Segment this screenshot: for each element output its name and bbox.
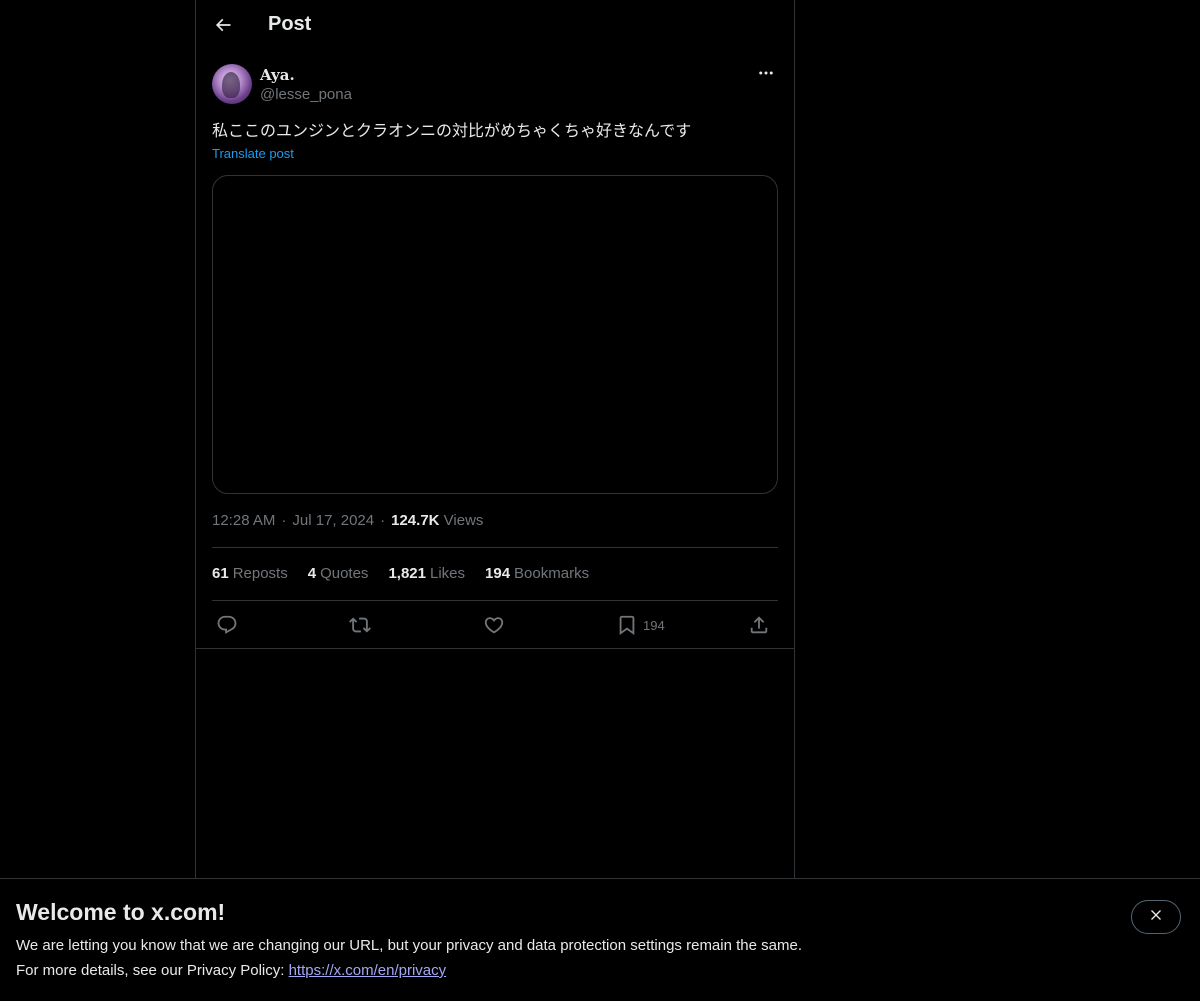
- views-count: 124.7K: [391, 512, 440, 529]
- privacy-policy-link[interactable]: https://x.com/en/privacy: [289, 962, 447, 979]
- page-header: Post: [196, 0, 794, 53]
- reply-button[interactable]: [216, 612, 238, 638]
- share-button[interactable]: [748, 612, 770, 638]
- bookmarks-label: Bookmarks: [514, 565, 590, 582]
- likes-count: 1,821: [388, 565, 426, 582]
- banner-message: We are letting you know that we are chan…: [16, 937, 802, 954]
- heart-icon: [483, 614, 505, 636]
- back-button[interactable]: [208, 8, 238, 46]
- banner-close-button[interactable]: [1131, 900, 1181, 934]
- quotes-stat[interactable]: 4 Quotes: [308, 565, 369, 582]
- banner-title: Welcome to x.com!: [16, 899, 226, 925]
- likes-stat[interactable]: 1,821 Likes: [388, 565, 465, 582]
- bookmark-icon: [616, 614, 638, 636]
- quotes-label: Quotes: [320, 565, 369, 582]
- close-icon: [1148, 907, 1164, 928]
- tweet-date[interactable]: Jul 17, 2024: [292, 512, 374, 529]
- avatar[interactable]: [212, 64, 252, 104]
- reply-icon: [216, 614, 238, 636]
- author-row: Aya. @lesse_pona: [212, 64, 778, 106]
- repost-button[interactable]: [349, 612, 371, 638]
- bookmark-action-count: 194: [643, 617, 665, 633]
- repost-icon: [349, 614, 371, 636]
- reposts-count: 61: [212, 565, 229, 582]
- stats-row: 61 Reposts 4 Quotes 1,821 Likes 194 Bookmark…: [212, 565, 589, 582]
- likes-label: Likes: [429, 565, 466, 582]
- media-container[interactable]: [212, 175, 778, 494]
- reposts-label: Reposts: [232, 565, 288, 582]
- banner-privacy-line: For more details, see our Privacy Policy…: [16, 962, 446, 979]
- bookmarks-count: 194: [485, 565, 511, 582]
- separator-dot: ·: [380, 512, 386, 529]
- author-display-name[interactable]: Aya.: [260, 66, 295, 84]
- separator-dot: ·: [281, 512, 287, 529]
- page-title: Post: [268, 13, 312, 35]
- bookmark-button[interactable]: 194: [616, 612, 665, 638]
- like-button[interactable]: [483, 612, 505, 638]
- welcome-banner: Welcome to x.com! We are letting you kno…: [0, 878, 1200, 1001]
- tweet-meta: 12:28 AM · Jul 17, 2024 · 124.7K Views: [212, 512, 483, 529]
- bookmarks-stat[interactable]: 194 Bookmarks: [485, 565, 589, 582]
- share-icon: [748, 614, 770, 636]
- reposts-stat[interactable]: 61 Reposts: [212, 565, 288, 582]
- main-column: Post Aya. @lesse_pona 私ここのユンジンとクラオンニの対比が…: [195, 0, 795, 1000]
- views-label: Views: [443, 512, 484, 529]
- author-handle[interactable]: @lesse_pona: [260, 86, 352, 103]
- quotes-count: 4: [307, 565, 317, 582]
- more-horizontal-icon: [757, 64, 775, 87]
- actions-row: 194: [212, 612, 778, 638]
- translate-post-link[interactable]: Translate post: [212, 146, 294, 161]
- divider: [196, 648, 794, 649]
- divider: [212, 600, 778, 601]
- tweet-time[interactable]: 12:28 AM: [212, 512, 275, 529]
- tweet-text: 私ここのユンジンとクラオンニの対比がめちゃくちゃ好きなんです: [212, 121, 692, 140]
- more-options-button[interactable]: [754, 64, 778, 86]
- divider: [212, 547, 778, 548]
- banner-privacy-prefix: For more details, see our Privacy Policy…: [16, 962, 289, 979]
- arrow-left-icon: [213, 15, 233, 40]
